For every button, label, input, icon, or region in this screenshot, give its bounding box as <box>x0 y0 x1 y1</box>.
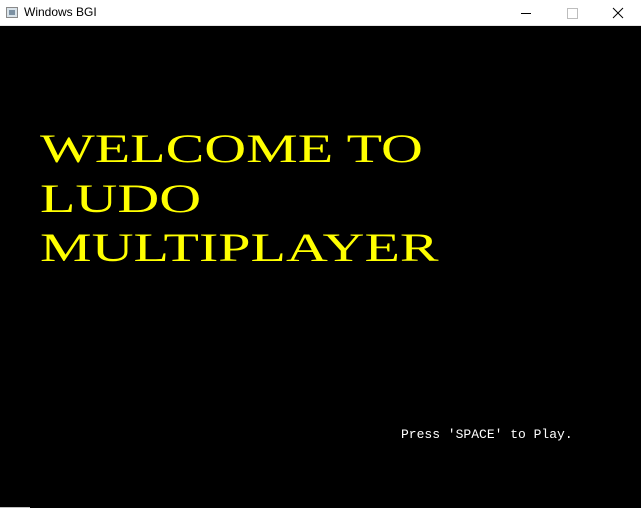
close-button[interactable] <box>595 0 641 26</box>
minimize-icon <box>521 13 531 14</box>
minimize-button[interactable] <box>503 0 549 26</box>
welcome-line-1: WELCOME TO <box>40 126 423 171</box>
welcome-line-3: MULTIPLAYER <box>40 225 439 270</box>
window-title: Windows BGI <box>24 5 97 19</box>
title-bar[interactable]: Windows BGI <box>0 0 641 26</box>
bgi-window: Windows BGI WELCOME TO LUDO MULTIPLAYER … <box>0 0 641 508</box>
welcome-line-2: LUDO <box>40 176 202 221</box>
graphics-canvas[interactable]: WELCOME TO LUDO MULTIPLAYER Press 'SPACE… <box>0 26 641 508</box>
app-window-icon <box>6 7 18 18</box>
play-prompt: Press 'SPACE' to Play. <box>401 427 573 442</box>
maximize-button[interactable] <box>549 0 595 26</box>
maximize-icon <box>567 8 578 19</box>
close-icon <box>612 7 624 19</box>
